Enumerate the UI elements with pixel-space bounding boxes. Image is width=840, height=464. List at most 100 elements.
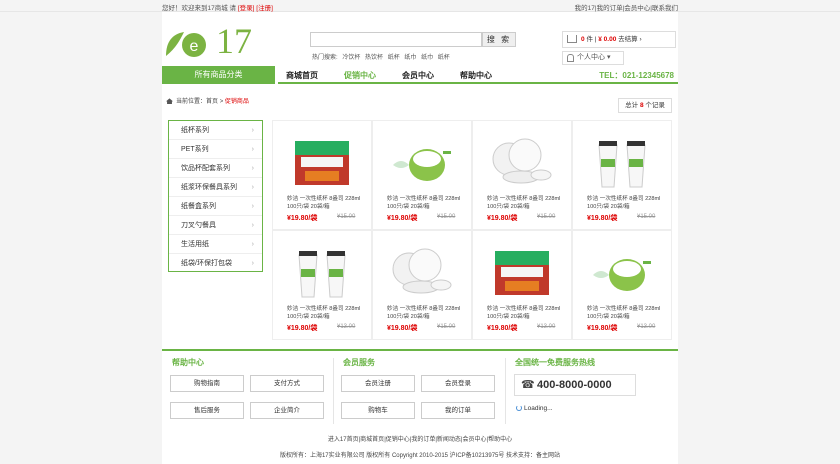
copyright: 版权所有：上海17实业有限公司 版权所有 Copyright 2010-2015… xyxy=(279,453,561,459)
product-name[interactable]: 妙洁 一次性纸杯 8盎司 228ml 100只/袋 20袋/箱 xyxy=(587,305,669,321)
product-card[interactable]: 妙洁 一次性纸杯 8盎司 228ml 100只/袋 20袋/箱 ¥19.80/袋 ¥… xyxy=(272,120,372,230)
sidebar-item-cutlery[interactable]: 刀叉勺餐具 › xyxy=(169,216,262,235)
product-old-price: ¥15.00 xyxy=(337,214,356,220)
member-cart-button[interactable]: 购物车 xyxy=(341,402,415,419)
product-old-price: ¥13.00 xyxy=(537,324,556,330)
product-image[interactable] xyxy=(287,241,357,303)
main-nav: 商城首页 促销中心 会员中心 帮助中心 TEL：021-12345678 xyxy=(278,66,678,84)
product-name[interactable]: 妙洁 一次性纸杯 8盎司 228ml 100只/袋 20袋/箱 xyxy=(487,305,569,321)
search-button[interactable]: 搜 索 xyxy=(482,32,516,47)
product-name[interactable]: 妙洁 一次性纸杯 8盎司 228ml 100只/袋 20袋/箱 xyxy=(287,305,369,321)
member-login-button[interactable]: 会员登录 xyxy=(421,375,495,392)
product-image[interactable] xyxy=(587,241,657,303)
nav-home[interactable]: 商城首页 xyxy=(286,70,318,81)
top-link-member[interactable]: 会员中心 xyxy=(624,5,650,12)
nav-promotions[interactable]: 促销中心 xyxy=(344,70,376,81)
sidebar-item-label: 纸浆环保餐具系列 xyxy=(181,184,237,191)
product-image[interactable] xyxy=(387,131,457,193)
total-count: 8 xyxy=(639,102,644,109)
all-categories-button[interactable]: 所有商品分类 xyxy=(162,66,275,84)
breadcrumb-label: 当前位置： xyxy=(176,99,207,105)
sidebar-item-bags[interactable]: 纸袋/环保打包袋 › xyxy=(169,254,262,273)
checkout-link[interactable]: 去结算 › xyxy=(618,36,641,43)
product-card[interactable]: 妙洁 一次性纸杯 8盎司 228ml 100只/袋 20袋/箱 ¥19.80/袋 ¥… xyxy=(472,120,572,230)
personal-center-button[interactable]: 个人中心 ▾ xyxy=(562,51,624,65)
hot-link[interactable]: 纸杯 xyxy=(388,55,400,61)
footer-link[interactable]: 进入17首页 xyxy=(328,437,359,443)
product-card[interactable]: 妙洁 一次性纸杯 8盎司 228ml 100只/袋 20袋/箱 ¥19.80/袋 ¥… xyxy=(572,230,672,340)
hot-link[interactable]: 纸巾 xyxy=(404,55,416,61)
breadcrumb-current: 促销商品 xyxy=(224,99,249,105)
footer-divider xyxy=(162,349,678,351)
sidebar-item-label: 刀叉勺餐具 xyxy=(181,222,216,229)
help-shopping-guide-button[interactable]: 购物指南 xyxy=(170,375,244,392)
product-old-price: ¥15.00 xyxy=(537,214,556,220)
product-grid: 妙洁 一次性纸杯 8盎司 228ml 100只/袋 20袋/箱 ¥19.80/袋 ¥… xyxy=(272,120,672,340)
footer-link[interactable]: 会员中心 xyxy=(462,437,486,443)
member-orders-button[interactable]: 我的订单 xyxy=(421,402,495,419)
register-link[interactable]: [注册] xyxy=(256,5,273,12)
chevron-right-icon: › xyxy=(251,184,254,191)
chevron-right-icon: › xyxy=(251,260,254,267)
product-old-price: ¥13.00 xyxy=(337,324,356,330)
sidebar-item-pulp-tableware[interactable]: 纸浆环保餐具系列 › xyxy=(169,178,262,197)
top-link-contact[interactable]: 联系我们 xyxy=(652,5,678,12)
sidebar-item-label: 纸餐盒系列 xyxy=(181,203,216,210)
login-link[interactable]: [登录] xyxy=(238,5,255,12)
help-payment-button[interactable]: 支付方式 xyxy=(250,375,324,392)
help-after-sales-button[interactable]: 售后服务 xyxy=(170,402,244,419)
product-name[interactable]: 妙洁 一次性纸杯 8盎司 228ml 100只/袋 20袋/箱 xyxy=(287,195,369,211)
tel-number: TEL：021-12345678 xyxy=(599,71,674,80)
hot-link[interactable]: 热饮杯 xyxy=(365,55,383,61)
product-name[interactable]: 妙洁 一次性纸杯 8盎司 228ml 100只/袋 20袋/箱 xyxy=(587,195,669,211)
product-image[interactable] xyxy=(287,131,357,193)
product-card[interactable]: 妙洁 一次性纸杯 8盎司 228ml 100只/袋 20袋/箱 ¥19.80/袋 ¥… xyxy=(372,230,472,340)
hot-searches: 热门搜索: 冷饮杯 热饮杯 纸杯 纸巾 纸巾 纸杯 xyxy=(312,52,453,61)
product-name[interactable]: 妙洁 一次性纸杯 8盎司 228ml 100只/袋 20袋/箱 xyxy=(387,305,469,321)
top-link-my17[interactable]: 我的17 xyxy=(575,5,595,12)
nav-help[interactable]: 帮助中心 xyxy=(460,70,492,81)
sidebar-item-pet[interactable]: PET系列 › xyxy=(169,140,262,159)
sidebar-item-tissue[interactable]: 生活用纸 › xyxy=(169,235,262,254)
footer-link[interactable]: 我的订单 xyxy=(411,437,435,443)
hot-link[interactable]: 纸巾 xyxy=(421,55,433,61)
product-card[interactable]: 妙洁 一次性纸杯 8盎司 228ml 100只/袋 20袋/箱 ¥19.80/袋 ¥… xyxy=(572,120,672,230)
footer-link[interactable]: 商城首页 xyxy=(360,437,384,443)
site-logo[interactable]: e 17 xyxy=(164,22,264,60)
breadcrumb-home[interactable]: 首页 xyxy=(206,99,218,105)
sidebar-item-drink-accessories[interactable]: 饮品杯配套系列 › xyxy=(169,159,262,178)
product-image[interactable] xyxy=(487,241,557,303)
bottom-links: 进入17首页|商城首页|促销中心|我的订单|新闻动态|会员中心|帮助中心 xyxy=(0,434,840,443)
top-link-orders[interactable]: 我的订单 xyxy=(597,5,623,12)
top-bar: 您好！欢迎来到17商城 请 [登录] [注册] 我的17|我的订单|会员中心|联… xyxy=(0,0,840,12)
product-name[interactable]: 妙洁 一次性纸杯 8盎司 228ml 100只/袋 20袋/箱 xyxy=(487,195,569,211)
cart-summary[interactable]: 0 件 | ¥ 0.00 去结算 › xyxy=(562,31,676,48)
loading-text: Loading... xyxy=(524,405,553,412)
sidebar-item-paper-cups[interactable]: 纸杯系列 › xyxy=(169,121,262,140)
product-image[interactable] xyxy=(587,131,657,193)
sidebar-item-food-boxes[interactable]: 纸餐盒系列 › xyxy=(169,197,262,216)
hot-link[interactable]: 冷饮杯 xyxy=(342,55,360,61)
product-card[interactable]: 妙洁 一次性纸杯 8盎司 228ml 100只/袋 20袋/箱 ¥19.80/袋 ¥… xyxy=(372,120,472,230)
product-card[interactable]: 妙洁 一次性纸杯 8盎司 228ml 100只/袋 20袋/箱 ¥19.80/袋 ¥… xyxy=(472,230,572,340)
welcome-text: 您好！欢迎来到17商城 请 [登录] [注册] xyxy=(162,2,273,12)
product-name[interactable]: 妙洁 一次性纸杯 8盎司 228ml 100只/袋 20袋/箱 xyxy=(387,195,469,211)
product-image[interactable] xyxy=(487,131,557,193)
product-price: ¥19.80/袋 xyxy=(387,215,418,222)
breadcrumb-sep: > xyxy=(218,99,225,105)
nav-member[interactable]: 会员中心 xyxy=(402,70,434,81)
divider xyxy=(505,358,506,424)
top-links: 我的17|我的订单|会员中心|联系我们 xyxy=(575,2,678,12)
footer-link[interactable]: 促销中心 xyxy=(386,437,410,443)
product-card[interactable]: 妙洁 一次性纸杯 8盎司 228ml 100只/袋 20袋/箱 ¥19.80/袋 ¥… xyxy=(272,230,372,340)
home-icon xyxy=(166,98,173,105)
member-register-button[interactable]: 会员注册 xyxy=(341,375,415,392)
search-input[interactable] xyxy=(310,32,482,47)
product-image[interactable] xyxy=(387,241,457,303)
footer-link[interactable]: 帮助中心 xyxy=(488,437,512,443)
loading-indicator: Loading... xyxy=(516,405,553,412)
product-price: ¥19.80/袋 xyxy=(587,325,618,332)
hot-link[interactable]: 纸杯 xyxy=(438,55,450,61)
footer-link[interactable]: 新闻动态 xyxy=(437,437,461,443)
help-about-button[interactable]: 企业简介 xyxy=(250,402,324,419)
